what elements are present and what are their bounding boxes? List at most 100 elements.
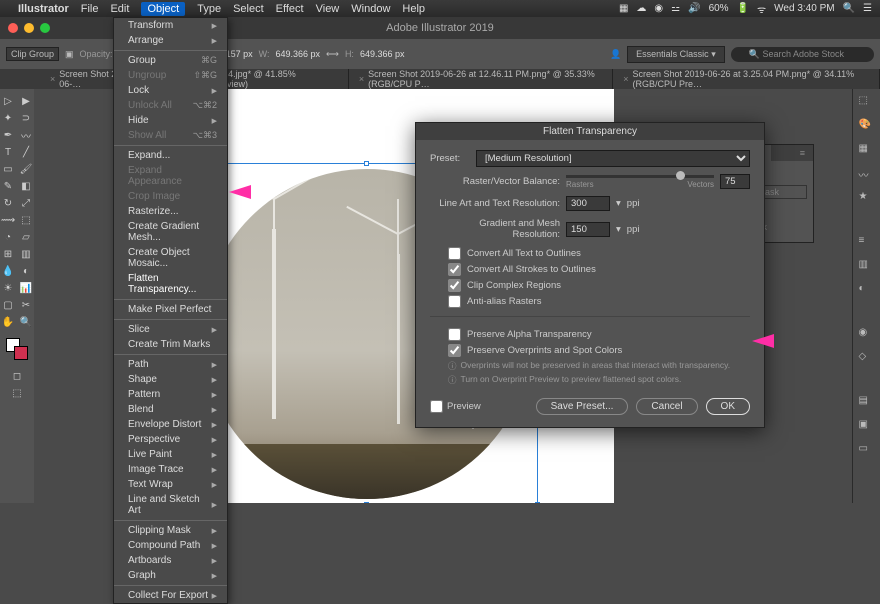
balance-field[interactable] (720, 174, 750, 189)
magic-wand-tool[interactable]: ✦ (0, 110, 16, 126)
w-field[interactable]: 649.366 px (275, 49, 320, 59)
menu-item[interactable]: Graph (114, 568, 227, 583)
mesh-tool[interactable]: ⊞ (0, 246, 16, 262)
color-icon[interactable]: 🎨 (859, 119, 875, 135)
doc-tab[interactable]: ×Screen Shot 2019-06-26 at 3.25.04 PM.pn… (613, 69, 880, 89)
h-field[interactable]: 649.366 px (360, 49, 405, 59)
menu-item[interactable]: Collect For Export (114, 588, 227, 603)
artboards-icon[interactable]: ▭ (859, 443, 875, 459)
menu-type[interactable]: Type (197, 3, 221, 15)
width-tool[interactable]: ⟿ (0, 212, 16, 228)
cb-antialias[interactable] (448, 295, 461, 308)
symbols-icon[interactable]: ★ (859, 191, 875, 207)
menubar-icon[interactable]: ▦ (619, 3, 628, 14)
blend-tool[interactable]: ◐ (18, 263, 34, 279)
cloud-icon[interactable]: ☁ (636, 3, 646, 14)
menu-item[interactable]: Rasterize... (114, 204, 227, 219)
save-preset-button[interactable]: Save Preset... (536, 398, 629, 415)
menu-item[interactable]: Lock (114, 83, 227, 98)
brushes-icon[interactable]: 〰 (859, 167, 875, 183)
menu-item[interactable]: Artboards (114, 553, 227, 568)
lasso-tool[interactable]: ⊃ (18, 110, 34, 126)
fill-stroke[interactable] (6, 338, 28, 360)
artboard-tool[interactable]: ▢ (0, 297, 16, 313)
zoom-tool[interactable]: 🔍 (18, 314, 34, 330)
cb-preserve-overprints[interactable] (448, 344, 461, 357)
slice-tool[interactable]: ✂ (18, 297, 34, 313)
menu-item[interactable]: Image Trace (114, 462, 227, 477)
perspective-tool[interactable]: ▱ (18, 229, 34, 245)
menu-item[interactable]: Slice (114, 322, 227, 337)
minimize-window[interactable] (24, 23, 34, 33)
menu-select[interactable]: Select (233, 3, 264, 15)
search-stock[interactable]: 🔍 Search Adobe Stock (731, 47, 874, 62)
menu-item[interactable]: Blend (114, 402, 227, 417)
menu-item[interactable]: Expand... (114, 148, 227, 163)
brush-tool[interactable]: 🖌 (18, 161, 34, 177)
close-icon[interactable]: × (50, 74, 55, 84)
layers-icon[interactable]: ▤ (859, 395, 875, 411)
shaper-tool[interactable]: ✎ (0, 178, 16, 194)
menu-file[interactable]: File (81, 3, 99, 15)
menu-item[interactable]: Make Pixel Perfect (114, 302, 227, 317)
app-name[interactable]: Illustrator (18, 3, 69, 15)
scale-tool[interactable]: ⤢ (18, 195, 34, 211)
close-icon[interactable]: × (359, 74, 364, 84)
curvature-tool[interactable]: 〰 (18, 127, 34, 143)
menu-item[interactable]: Create Trim Marks (114, 337, 227, 352)
wifi-icon[interactable]: ⚍ (671, 3, 680, 14)
menu-item[interactable]: Line and Sketch Art (114, 492, 227, 518)
user-icon[interactable]: 👤 (610, 49, 621, 60)
line-tool[interactable]: ╱ (18, 144, 34, 160)
menu-object[interactable]: Object (141, 2, 185, 16)
workspace-switcher[interactable]: Essentials Classic ▾ (627, 46, 725, 63)
cancel-button[interactable]: Cancel (636, 398, 697, 415)
lineart-field[interactable] (566, 196, 610, 211)
selection-tool[interactable]: ▷ (0, 93, 16, 109)
type-tool[interactable]: T (0, 144, 16, 160)
swatches-icon[interactable]: ▦ (859, 143, 875, 159)
cb-clip-regions[interactable] (448, 279, 461, 292)
menu-item[interactable]: Hide (114, 113, 227, 128)
transparency-icon[interactable]: ◐ (859, 283, 875, 299)
menu-item[interactable]: Clipping Mask (114, 523, 227, 538)
preset-select[interactable]: [Medium Resolution] (476, 150, 750, 167)
cb-preserve-alpha[interactable] (448, 328, 461, 341)
notif-icon[interactable]: ☰ (863, 3, 872, 14)
menu-help[interactable]: Help (402, 3, 425, 15)
panel-menu-icon[interactable]: ≡ (792, 145, 813, 161)
menu-item[interactable]: Flatten Transparency... (114, 271, 227, 297)
shape-builder-tool[interactable]: ◔ (0, 229, 16, 245)
asset-export-icon[interactable]: ▣ (859, 419, 875, 435)
graph-tool[interactable]: 📊 (18, 280, 34, 296)
free-transform-tool[interactable]: ⬚ (18, 212, 34, 228)
appearance-icon[interactable]: ◉ (859, 327, 875, 343)
stroke-icon[interactable]: ≡ (859, 235, 875, 251)
menu-window[interactable]: Window (351, 3, 390, 15)
draw-mode[interactable]: ◻ (9, 368, 25, 384)
graphic-styles-icon[interactable]: ◇ (859, 351, 875, 367)
menu-item[interactable]: Path (114, 357, 227, 372)
screen-mode[interactable]: ⬚ (9, 385, 25, 401)
menu-item[interactable]: Pattern (114, 387, 227, 402)
cb-text-outlines[interactable] (448, 247, 461, 260)
hand-tool[interactable]: ✋ (0, 314, 16, 330)
gradient-tool[interactable]: ▥ (18, 246, 34, 262)
menu-item[interactable]: Perspective (114, 432, 227, 447)
rectangle-tool[interactable]: ▭ (0, 161, 16, 177)
menu-item[interactable]: Shape (114, 372, 227, 387)
swatch-icon[interactable]: ▣ (65, 49, 74, 60)
clock[interactable]: Wed 3:40 PM (774, 3, 834, 14)
menu-item[interactable]: Create Gradient Mesh... (114, 219, 227, 245)
sync-icon[interactable]: ◉ (654, 3, 663, 14)
doc-tab[interactable]: ×Screen Shot 2019-06-26 at 12.46.11 PM.p… (349, 69, 613, 89)
properties-icon[interactable]: ⬚ (859, 95, 875, 111)
maximize-window[interactable] (40, 23, 50, 33)
gradient-field[interactable] (566, 222, 610, 237)
menu-view[interactable]: View (316, 3, 340, 15)
cb-stroke-outlines[interactable] (448, 263, 461, 276)
gradient-icon[interactable]: ▥ (859, 259, 875, 275)
preview-checkbox[interactable] (430, 400, 443, 413)
direct-select-tool[interactable]: ▶ (18, 93, 34, 109)
rotate-tool[interactable]: ↻ (0, 195, 16, 211)
